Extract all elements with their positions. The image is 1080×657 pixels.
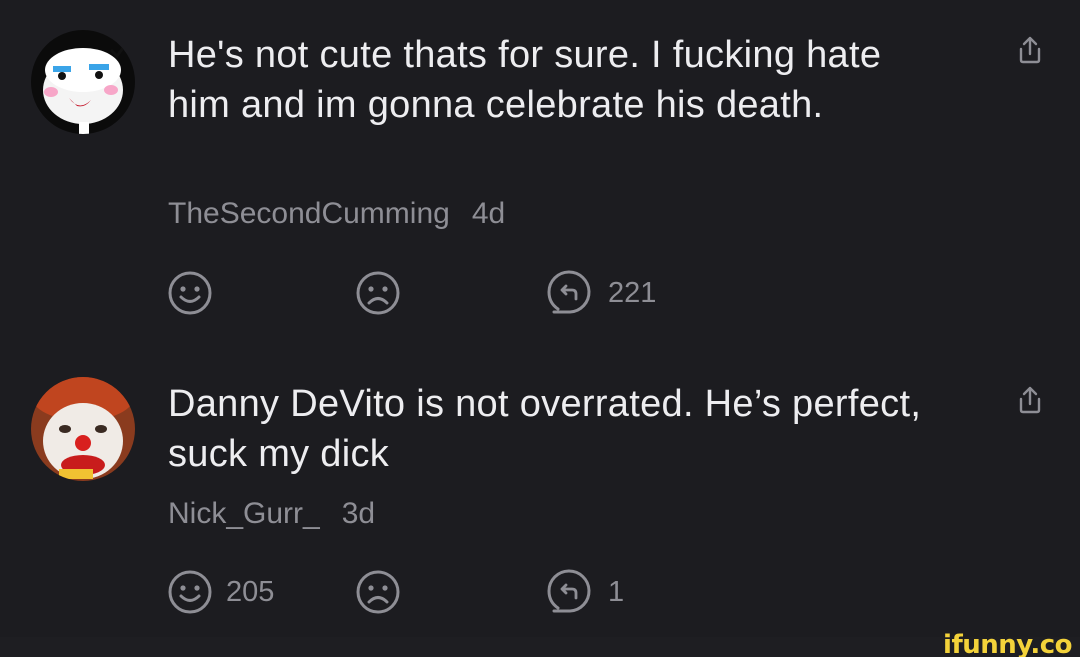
smile-button[interactable]: [166, 268, 226, 318]
comment-age: 4d: [471, 197, 506, 230]
reply-icon: [547, 270, 591, 314]
smile-icon: [168, 570, 212, 614]
frown-icon: [356, 570, 400, 614]
frown-icon: [356, 271, 400, 315]
smile-count: 205: [226, 575, 275, 608]
comment-meta: Nick_Gurr_ 3d: [168, 497, 375, 531]
username[interactable]: TheSecondCumming: [168, 197, 450, 230]
username[interactable]: Nick_Gurr_: [168, 497, 320, 530]
share-icon: [1019, 36, 1041, 64]
reply-count: 221: [608, 276, 657, 309]
comment-text: Danny DeVito is not overrated. He’s perf…: [168, 383, 922, 475]
frown-button[interactable]: [354, 268, 402, 318]
reply-count: 1: [608, 575, 625, 608]
smile-button[interactable]: 205: [166, 567, 274, 617]
avatar[interactable]: [31, 377, 135, 481]
watermark: ifunny.co: [943, 630, 1072, 657]
share-button[interactable]: [1010, 380, 1050, 420]
share-button[interactable]: [1010, 30, 1050, 70]
avatar[interactable]: [31, 30, 135, 134]
comment-age: 3d: [341, 497, 376, 530]
comment-actions: 221: [0, 268, 1080, 318]
comment-actions: 205 1: [0, 567, 1080, 617]
comment-text: He's not cute thats for sure. I fucking …: [168, 34, 882, 126]
reply-icon: [547, 569, 591, 613]
reply-button[interactable]: 1: [544, 567, 624, 617]
smile-icon: [168, 271, 212, 315]
comment-meta: TheSecondCumming 4d: [168, 197, 505, 231]
share-icon: [1019, 386, 1041, 414]
frown-button[interactable]: [354, 567, 402, 617]
reply-button[interactable]: 221: [544, 268, 656, 318]
footer-band: [0, 637, 1080, 657]
